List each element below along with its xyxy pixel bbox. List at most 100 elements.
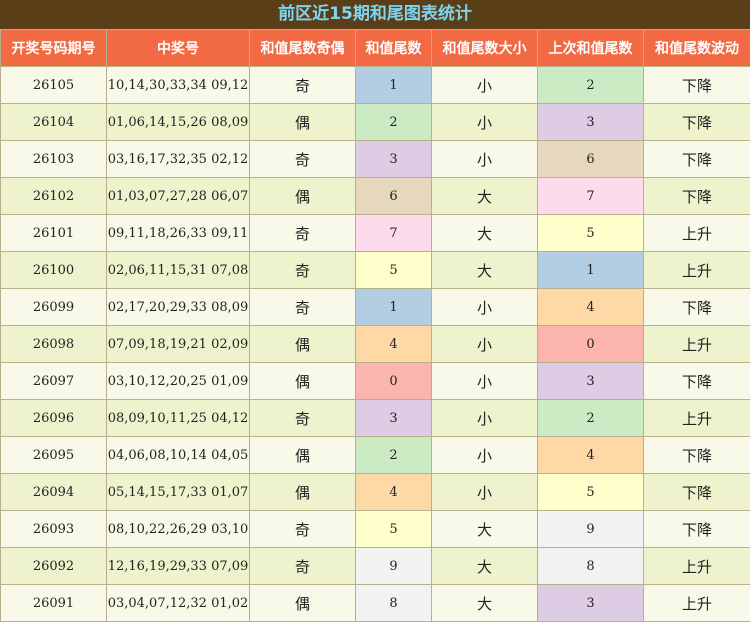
trend-cell: 下降 <box>643 288 750 326</box>
parity-cell: 偶 <box>249 325 356 363</box>
tail-cell: 2 <box>355 436 432 474</box>
prev-tail-cell: 6 <box>537 140 644 178</box>
issue-cell: 26092 <box>0 547 107 585</box>
tail-cell: 1 <box>355 66 432 104</box>
trend-cell: 上升 <box>643 547 750 585</box>
trend-cell: 下降 <box>643 436 750 474</box>
header-prev-tail: 上次和值尾数 <box>537 29 644 67</box>
trend-cell: 下降 <box>643 66 750 104</box>
numbers-cell: 08,09,10,11,25 04,12 <box>106 399 250 437</box>
header-issue: 开奖号码期号 <box>0 29 107 67</box>
issue-cell: 26103 <box>0 140 107 178</box>
size-cell: 小 <box>431 325 538 363</box>
numbers-cell: 01,06,14,15,26 08,09 <box>106 103 250 141</box>
prev-tail-cell: 3 <box>537 584 644 622</box>
issue-cell: 26100 <box>0 251 107 289</box>
trend-cell: 下降 <box>643 177 750 215</box>
size-cell: 小 <box>431 362 538 400</box>
tail-cell: 3 <box>355 399 432 437</box>
issue-cell: 26095 <box>0 436 107 474</box>
size-cell: 大 <box>431 214 538 252</box>
table-row: 26099 02,17,20,29,33 08,09 奇 1 小 4 下降 <box>0 288 750 326</box>
trend-cell: 下降 <box>643 140 750 178</box>
table-row: 26096 08,09,10,11,25 04,12 奇 3 小 2 上升 <box>0 399 750 437</box>
issue-cell: 26101 <box>0 214 107 252</box>
parity-cell: 奇 <box>249 288 356 326</box>
issue-cell: 26094 <box>0 473 107 511</box>
size-cell: 小 <box>431 288 538 326</box>
table-row: 26105 10,14,30,33,34 09,12 奇 1 小 2 下降 <box>0 66 750 104</box>
tail-cell: 9 <box>355 547 432 585</box>
numbers-cell: 03,04,07,12,32 01,02 <box>106 584 250 622</box>
header-size: 和值尾数大小 <box>431 29 538 67</box>
trend-cell: 下降 <box>643 103 750 141</box>
trend-cell: 下降 <box>643 362 750 400</box>
parity-cell: 奇 <box>249 251 356 289</box>
size-cell: 大 <box>431 510 538 548</box>
numbers-cell: 09,11,18,26,33 09,11 <box>106 214 250 252</box>
prev-tail-cell: 7 <box>537 177 644 215</box>
parity-cell: 偶 <box>249 103 356 141</box>
numbers-cell: 08,10,22,26,29 03,10 <box>106 510 250 548</box>
numbers-cell: 12,16,19,29,33 07,09 <box>106 547 250 585</box>
numbers-cell: 02,06,11,15,31 07,08 <box>106 251 250 289</box>
prev-tail-cell: 5 <box>537 214 644 252</box>
parity-cell: 偶 <box>249 177 356 215</box>
prev-tail-cell: 1 <box>537 251 644 289</box>
numbers-cell: 10,14,30,33,34 09,12 <box>106 66 250 104</box>
numbers-cell: 03,10,12,20,25 01,09 <box>106 362 250 400</box>
trend-cell: 下降 <box>643 510 750 548</box>
table-row: 26098 07,09,18,19,21 02,09 偶 4 小 0 上升 <box>0 325 750 363</box>
header-parity: 和值尾数奇偶 <box>249 29 356 67</box>
prev-tail-cell: 8 <box>537 547 644 585</box>
parity-cell: 奇 <box>249 399 356 437</box>
header-tail: 和值尾数 <box>355 29 432 67</box>
issue-cell: 26104 <box>0 103 107 141</box>
prev-tail-cell: 4 <box>537 288 644 326</box>
size-cell: 大 <box>431 584 538 622</box>
table-row: 26102 01,03,07,27,28 06,07 偶 6 大 7 下降 <box>0 177 750 215</box>
size-cell: 小 <box>431 436 538 474</box>
table-row: 26100 02,06,11,15,31 07,08 奇 5 大 1 上升 <box>0 251 750 289</box>
numbers-cell: 05,14,15,17,33 01,07 <box>106 473 250 511</box>
header-numbers: 中奖号 <box>106 29 250 67</box>
issue-cell: 26096 <box>0 399 107 437</box>
tail-cell: 5 <box>355 251 432 289</box>
issue-cell: 26099 <box>0 288 107 326</box>
numbers-cell: 01,03,07,27,28 06,07 <box>106 177 250 215</box>
table-row: 26092 12,16,19,29,33 07,09 奇 9 大 8 上升 <box>0 547 750 585</box>
table-row: 26093 08,10,22,26,29 03,10 奇 5 大 9 下降 <box>0 510 750 548</box>
prev-tail-cell: 5 <box>537 473 644 511</box>
trend-cell: 上升 <box>643 584 750 622</box>
numbers-cell: 03,16,17,32,35 02,12 <box>106 140 250 178</box>
table-title: 前区近15期和尾图表统计 <box>0 0 750 29</box>
size-cell: 小 <box>431 140 538 178</box>
numbers-cell: 07,09,18,19,21 02,09 <box>106 325 250 363</box>
prev-tail-cell: 0 <box>537 325 644 363</box>
size-cell: 大 <box>431 547 538 585</box>
trend-cell: 上升 <box>643 399 750 437</box>
tail-cell: 7 <box>355 214 432 252</box>
issue-cell: 26098 <box>0 325 107 363</box>
size-cell: 小 <box>431 103 538 141</box>
trend-cell: 上升 <box>643 251 750 289</box>
numbers-cell: 04,06,08,10,14 04,05 <box>106 436 250 474</box>
tail-cell: 4 <box>355 325 432 363</box>
tail-cell: 4 <box>355 473 432 511</box>
prev-tail-cell: 2 <box>537 66 644 104</box>
trend-cell: 上升 <box>643 325 750 363</box>
table-row: 26095 04,06,08,10,14 04,05 偶 2 小 4 下降 <box>0 436 750 474</box>
trend-cell: 下降 <box>643 473 750 511</box>
prev-tail-cell: 2 <box>537 399 644 437</box>
statistics-table: 开奖号码期号 中奖号 和值尾数奇偶 和值尾数 和值尾数大小 上次和值尾数 和值尾… <box>0 29 750 622</box>
table-row: 26091 03,04,07,12,32 01,02 偶 8 大 3 上升 <box>0 584 750 622</box>
header-row: 开奖号码期号 中奖号 和值尾数奇偶 和值尾数 和值尾数大小 上次和值尾数 和值尾… <box>0 29 750 67</box>
tail-cell: 1 <box>355 288 432 326</box>
tail-cell: 8 <box>355 584 432 622</box>
issue-cell: 26105 <box>0 66 107 104</box>
tail-cell: 3 <box>355 140 432 178</box>
prev-tail-cell: 3 <box>537 362 644 400</box>
parity-cell: 奇 <box>249 214 356 252</box>
table-body: 26105 10,14,30,33,34 09,12 奇 1 小 2 下降 26104 01,0… <box>0 66 750 622</box>
issue-cell: 26097 <box>0 362 107 400</box>
